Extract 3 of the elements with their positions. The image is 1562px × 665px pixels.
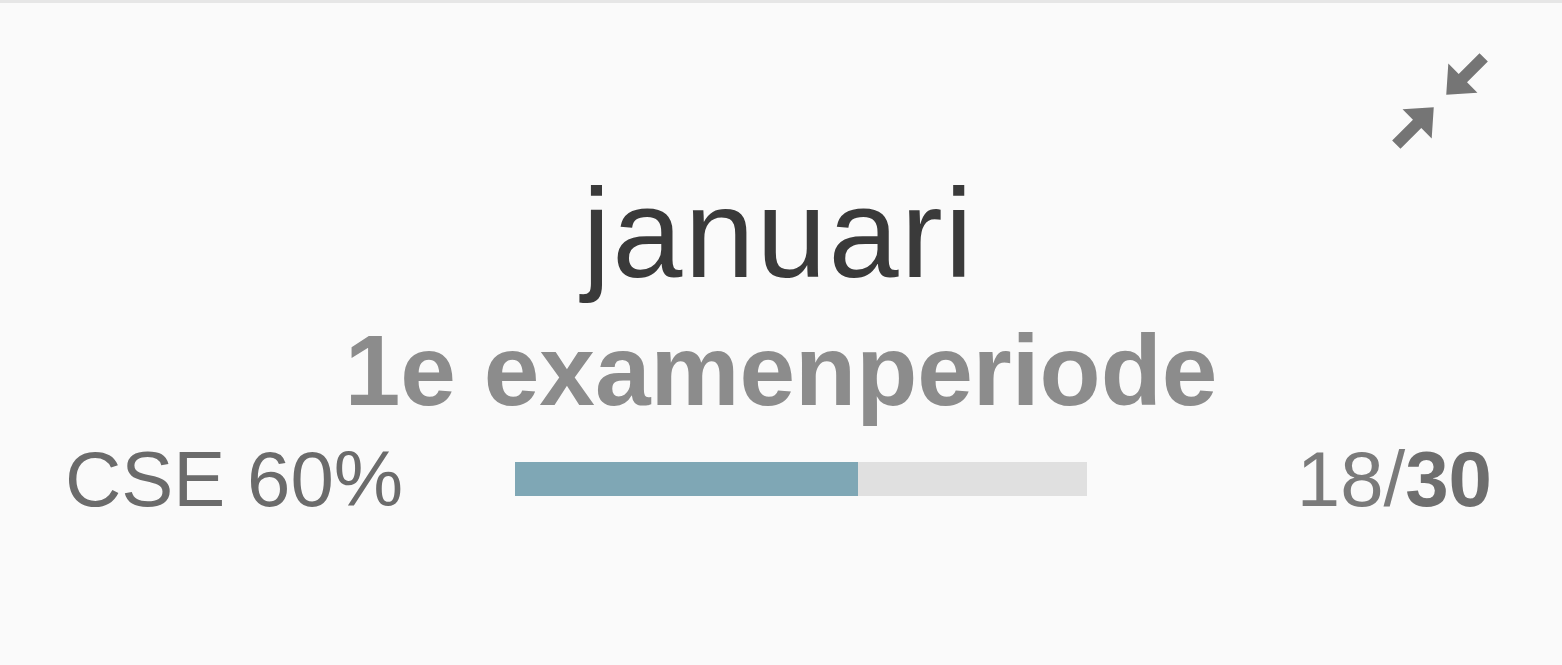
credits-count: 18/30 [1296,433,1492,525]
credits-label: CSE 60% [65,433,404,525]
period-subtitle: 1e examenperiode [344,312,1218,428]
